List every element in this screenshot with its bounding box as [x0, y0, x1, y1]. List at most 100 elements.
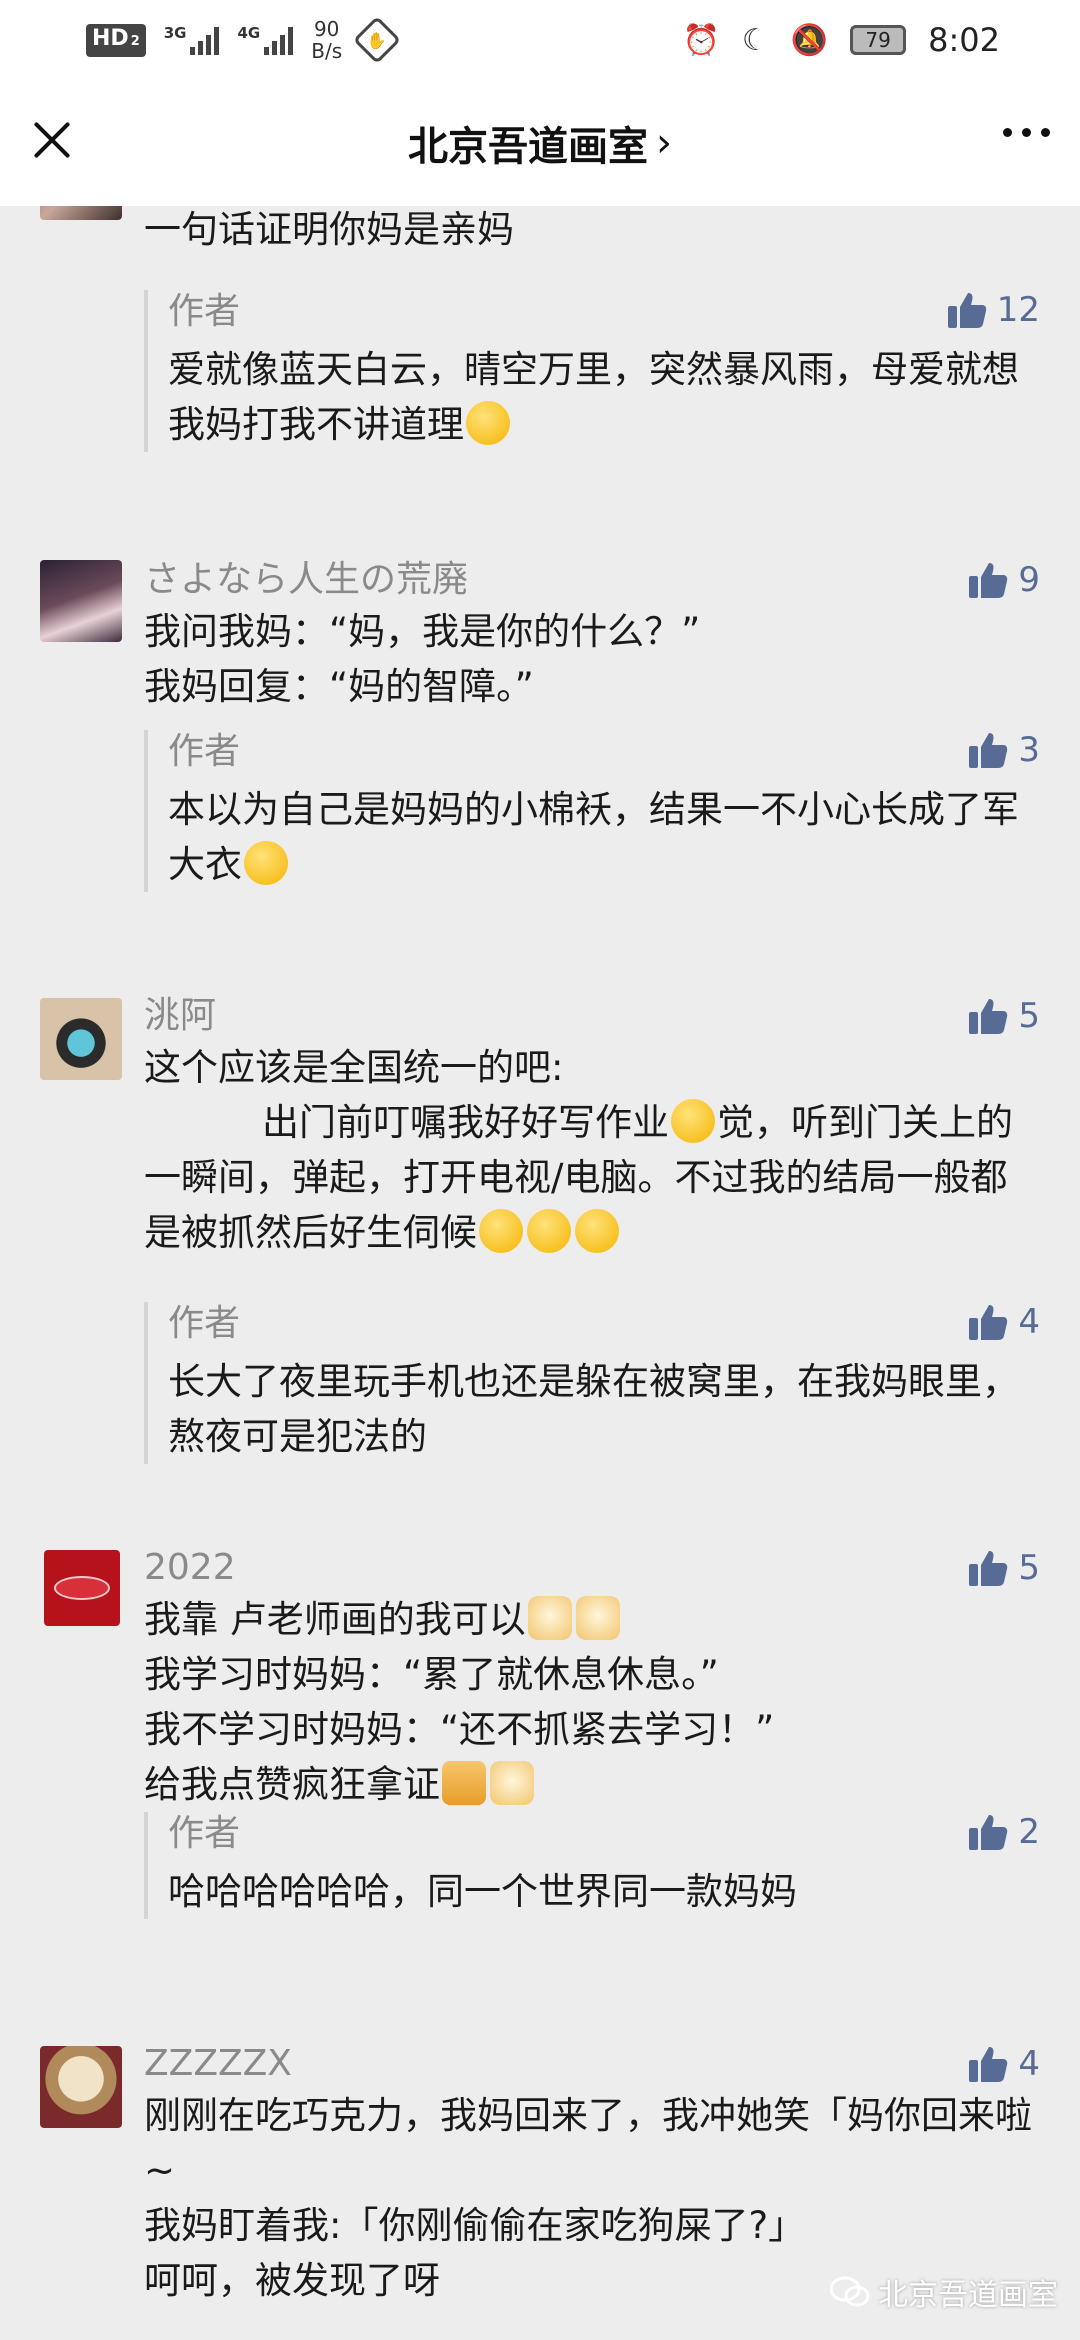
- like-button[interactable]: 5: [968, 996, 1040, 1036]
- battery-icon: 79: [850, 25, 907, 55]
- reply-text: 爱就像蓝天白云，晴空万里，突然暴风雨，母爱就想我妈打我不讲道理: [168, 342, 1040, 452]
- comment-nickname: ZZZZZX: [144, 2043, 292, 2084]
- thumbs-up-icon: [969, 733, 1008, 768]
- thumbs-up-icon: [969, 1305, 1008, 1340]
- like-count: 12: [996, 290, 1040, 330]
- thumbs-up-icon: [969, 1551, 1008, 1586]
- author-reply: 作者 2 哈哈哈哈哈哈，同一个世界同一款妈妈: [144, 1812, 1040, 1919]
- comment-text: 一句话证明你妈是亲妈: [144, 208, 514, 251]
- doge-emoji-icon: [527, 1596, 572, 1640]
- chevron-right-icon: ›: [656, 120, 672, 166]
- signal-3g-label: 3G: [163, 24, 187, 42]
- reply-author: 作者: [168, 731, 241, 772]
- status-bar: HD 2 3G 4G 90 B/s ✋ ⏰ ☾ 🔕 79 8:02: [0, 0, 1080, 80]
- reply-text: 长大了夜里玩手机也还是躲在被窝里，在我妈眼里，熬夜可是犯法的: [168, 1360, 1019, 1458]
- author-reply: 作者 12 爱就像蓝天白云，晴空万里，突然暴风雨，母爱就想我妈打我不讲道理: [144, 290, 1040, 452]
- comment-nickname: 2022: [144, 1547, 236, 1588]
- bell-off-icon: 🔕: [790, 22, 829, 58]
- like-button[interactable]: 3: [968, 730, 1040, 770]
- battery-level: 79: [865, 28, 891, 52]
- comment-line-part: 出门前叮嘱我好好写作业: [262, 1101, 669, 1144]
- comment-line-part: 我靠 卢老师画的我可以: [144, 1598, 526, 1641]
- like-count: 2: [1018, 1812, 1040, 1852]
- avatar[interactable]: [40, 560, 122, 642]
- comment-line: 我不学习时妈妈：“还不抓紧去学习！”: [144, 1708, 775, 1751]
- status-right-group: ⏰ ☾ 🔕 79 8:02: [683, 21, 1000, 59]
- crying-laughing-emoji-icon: [479, 1209, 523, 1253]
- signal-bars-icon: [264, 25, 294, 55]
- sleepy-emoji-icon: [671, 1099, 715, 1143]
- like-count: 5: [1018, 996, 1040, 1036]
- reply-author: 作者: [168, 1813, 241, 1854]
- hd-indicator: HD 2: [86, 23, 146, 57]
- crying-laughing-emoji-icon: [575, 1209, 619, 1253]
- comment-line-part: 给我点赞疯狂拿证: [144, 1763, 440, 1806]
- wechat-icon: [830, 2276, 870, 2307]
- comment-line: 刚刚在吃巧克力，我妈回来了，我冲她笑「妈你回来啦~: [144, 2094, 1032, 2192]
- album-art-logo: [54, 1576, 110, 1600]
- like-button[interactable]: 4: [968, 2044, 1040, 2084]
- like-button[interactable]: 5: [968, 1548, 1040, 1588]
- reply-text-content: 本以为自己是妈妈的小棉袄，结果一不小心长成了军大衣: [168, 788, 1019, 886]
- comment-line: 这个应该是全国统一的吧:: [144, 1046, 564, 1089]
- like-button[interactable]: 4: [968, 1302, 1040, 1342]
- avatar[interactable]: [44, 1550, 120, 1626]
- author-reply: 作者 4 长大了夜里玩手机也还是躲在被窝里，在我妈眼里，熬夜可是犯法的: [144, 1302, 1040, 1464]
- comment-line: 我妈盯着我:「你刚偷偷在家吃狗屎了?」: [144, 2204, 806, 2247]
- network-speed: 90 B/s: [311, 18, 342, 62]
- alarm-icon: ⏰: [682, 22, 720, 58]
- signal-3g: 3G: [164, 25, 220, 55]
- comment-nickname: 洮阿: [144, 995, 217, 1036]
- thumbs-up-icon: [969, 563, 1008, 598]
- comments-list: . 20 一句话证明你妈是亲妈 作者 12 爱就像蓝天白云，晴空万里，突然暴风雨…: [0, 206, 1080, 2340]
- comment-line: 我妈回复：“妈的智障。”: [144, 665, 534, 708]
- close-icon[interactable]: [30, 116, 74, 160]
- author-reply: 作者 3 本以为自己是妈妈的小棉袄，结果一不小心长成了军大衣: [144, 730, 1040, 892]
- like-button[interactable]: 9: [968, 560, 1040, 600]
- network-speed-unit: B/s: [311, 39, 343, 63]
- account-title-link[interactable]: 北京吾道画室 ›: [408, 114, 672, 172]
- clock-time: 8:02: [928, 21, 1000, 59]
- thumbs-up-icon: [947, 293, 986, 328]
- hand-stop-icon: ✋: [353, 15, 402, 65]
- reply-author: 作者: [168, 291, 241, 332]
- like-button[interactable]: 12: [947, 290, 1040, 330]
- signal-4g-label: 4G: [237, 24, 261, 42]
- signal-bars-icon: [190, 25, 220, 55]
- reply-author: 作者: [168, 1303, 241, 1344]
- comment-text: 我问我妈：“妈，我是你的什么？” 我妈回复：“妈的智障。”: [144, 604, 1044, 714]
- like-count: 4: [1018, 1302, 1040, 1342]
- watermark-text: 北京吾道画室: [878, 2278, 1058, 2313]
- comment-line: 我问我妈：“妈，我是你的什么？”: [144, 610, 701, 653]
- like-button[interactable]: 2: [968, 1812, 1040, 1852]
- comment-nickname: さよなら人生の荒廃: [144, 559, 469, 600]
- hd-label: HD: [92, 25, 129, 51]
- comment-line: 给我点赞疯狂拿证: [144, 1757, 1044, 1812]
- reply-text: 本以为自己是妈妈的小棉袄，结果一不小心长成了军大衣: [168, 782, 1040, 892]
- thumbs-up-icon: [969, 2047, 1008, 2082]
- comment-text: 我靠 卢老师画的我可以 我学习时妈妈：“累了就休息休息。” 我不学习时妈妈：“还…: [144, 1592, 1044, 1812]
- moon-icon: ☾: [741, 22, 769, 58]
- avatar[interactable]: [40, 2046, 122, 2128]
- comment-text: 这个应该是全国统一的吧: 出门前叮嘱我好好写作业 觉，听到门关上的一瞬间，弹起，打…: [144, 1040, 1044, 1260]
- like-count: 5: [1018, 1548, 1040, 1588]
- hd-sub-label: 2: [130, 33, 140, 49]
- doge-emoji-icon: [490, 1761, 534, 1805]
- comment-line: 出门前叮嘱我好好写作业 觉，听到门关上的一瞬间，弹起，打开电视/电脑。不过我的结局…: [144, 1095, 1044, 1260]
- avatar[interactable]: [40, 998, 122, 1080]
- network-speed-value: 90: [313, 17, 340, 41]
- comment-line: 我学习时妈妈：“累了就休息休息。”: [144, 1653, 719, 1696]
- reply-text: 哈哈哈哈哈哈，同一个世界同一款妈妈: [168, 1870, 797, 1913]
- comment-line: 我靠 卢老师画的我可以: [144, 1592, 1044, 1647]
- doge-emoji-icon: [575, 1596, 620, 1640]
- like-count: 3: [1018, 730, 1040, 770]
- more-options-icon[interactable]: [1003, 128, 1050, 137]
- crying-laughing-emoji-icon: [244, 841, 288, 885]
- page-title: 北京吾道画室: [408, 124, 648, 170]
- pleading-emoji-icon: [466, 401, 510, 445]
- signal-4g: 4G: [237, 24, 294, 55]
- watermark: 北京吾道画室: [830, 2270, 1058, 2314]
- reply-text-content: 爱就像蓝天白云，晴空万里，突然暴风雨，母爱就想我妈打我不讲道理: [168, 348, 1019, 446]
- like-count: 4: [1018, 2044, 1040, 2084]
- avatar[interactable]: [40, 206, 122, 220]
